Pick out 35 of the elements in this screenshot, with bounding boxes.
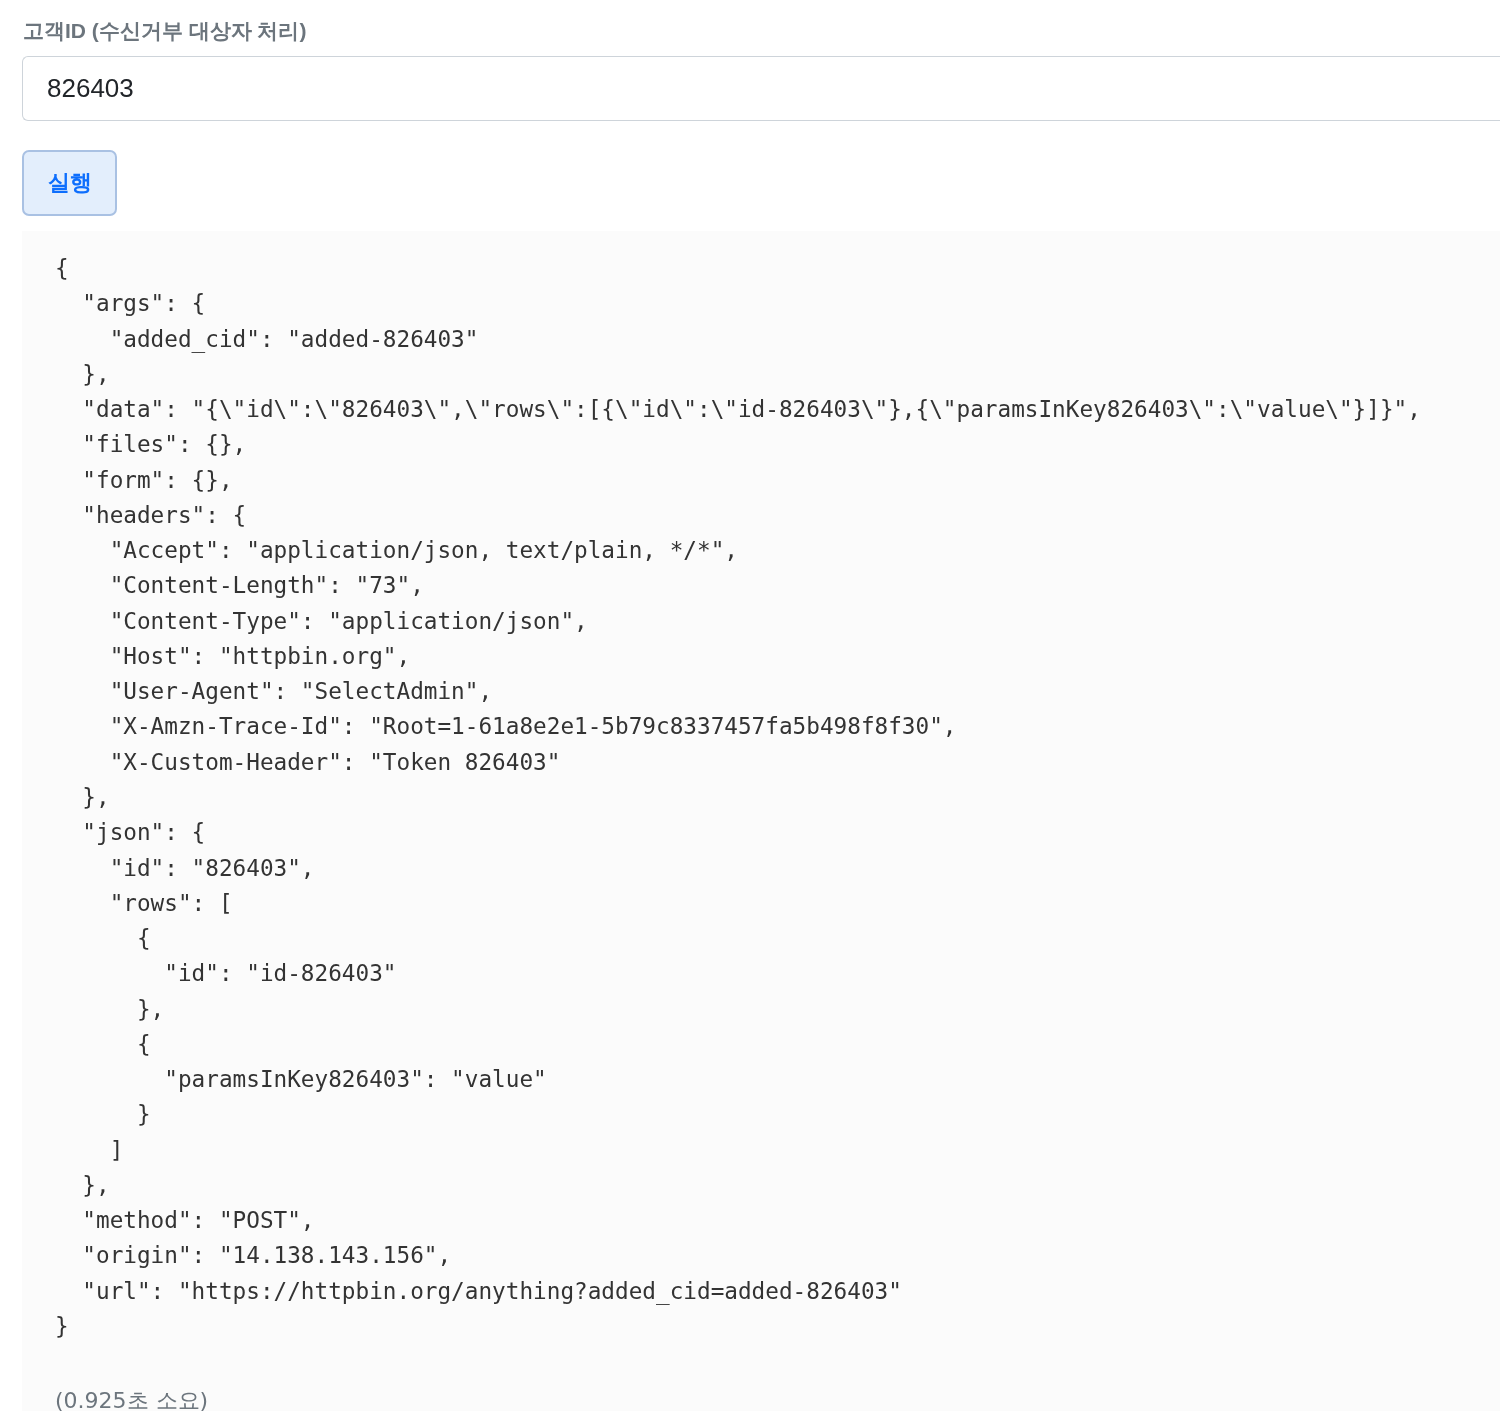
code-line: "Accept": "application/json, text/plain, */*", [108, 536, 738, 566]
code-line: "id": "826403", [108, 853, 315, 883]
code-line: "added_cid": "added-826403" [108, 324, 479, 355]
code-line: { [55, 254, 69, 283]
field-label: 고객ID (수신거부 대상자 처리) [23, 18, 307, 44]
code-line: { [135, 1029, 151, 1059]
run-button[interactable]: 실행 [22, 150, 117, 216]
code-line: }, [81, 783, 110, 812]
code-line: "data": "{\"id\":\"826403\",\"rows\":[{\"id\":\"id-826403\"},{\"paramsInKey826403\":\"value\"}]}", [81, 395, 1421, 425]
code-line: ] [108, 1135, 124, 1165]
code-line: "id": "id-826403" [163, 959, 397, 989]
code-line: "method": "POST", [81, 1206, 315, 1236]
code-line: "X-Custom-Header": "Token 826403" [108, 747, 561, 777]
code-line: } [135, 1100, 151, 1130]
code-line: "Host": "httpbin.org", [108, 641, 411, 671]
code-line: "Content-Length": "73", [108, 571, 424, 601]
code-line: }, [81, 359, 110, 389]
code-line: "headers": { [81, 500, 247, 530]
code-line: "Content-Type": "application/json", [108, 606, 588, 636]
code-line: "url": "https://httpbin.org/anything?added_cid=added-826403" [81, 1276, 902, 1307]
code-line: "args": { [81, 289, 206, 319]
elapsed-time-text: (0.925초 소요) [55, 1387, 209, 1411]
code-line: "X-Amzn-Trace-Id": "Root=1-61a8e2e1-5b79c8337457fa5b498f8f30", [108, 712, 957, 742]
code-line: "files": {}, [81, 430, 247, 460]
code-line: }, [135, 994, 165, 1024]
code-line: "form": {}, [81, 465, 233, 495]
input-field[interactable]: 826403 [22, 56, 1500, 121]
code-line: "paramsInKey826403": "value" [163, 1065, 547, 1095]
code-line: "User-Agent": "SelectAdmin", [108, 677, 493, 707]
code-line: "origin": "14.138.143.156", [81, 1241, 452, 1271]
code-line: "rows": [ [108, 888, 233, 918]
code-line: }, [81, 1170, 110, 1200]
code-line: } [55, 1311, 69, 1341]
code-line: { [135, 924, 151, 954]
code-line: "json": { [81, 818, 206, 848]
